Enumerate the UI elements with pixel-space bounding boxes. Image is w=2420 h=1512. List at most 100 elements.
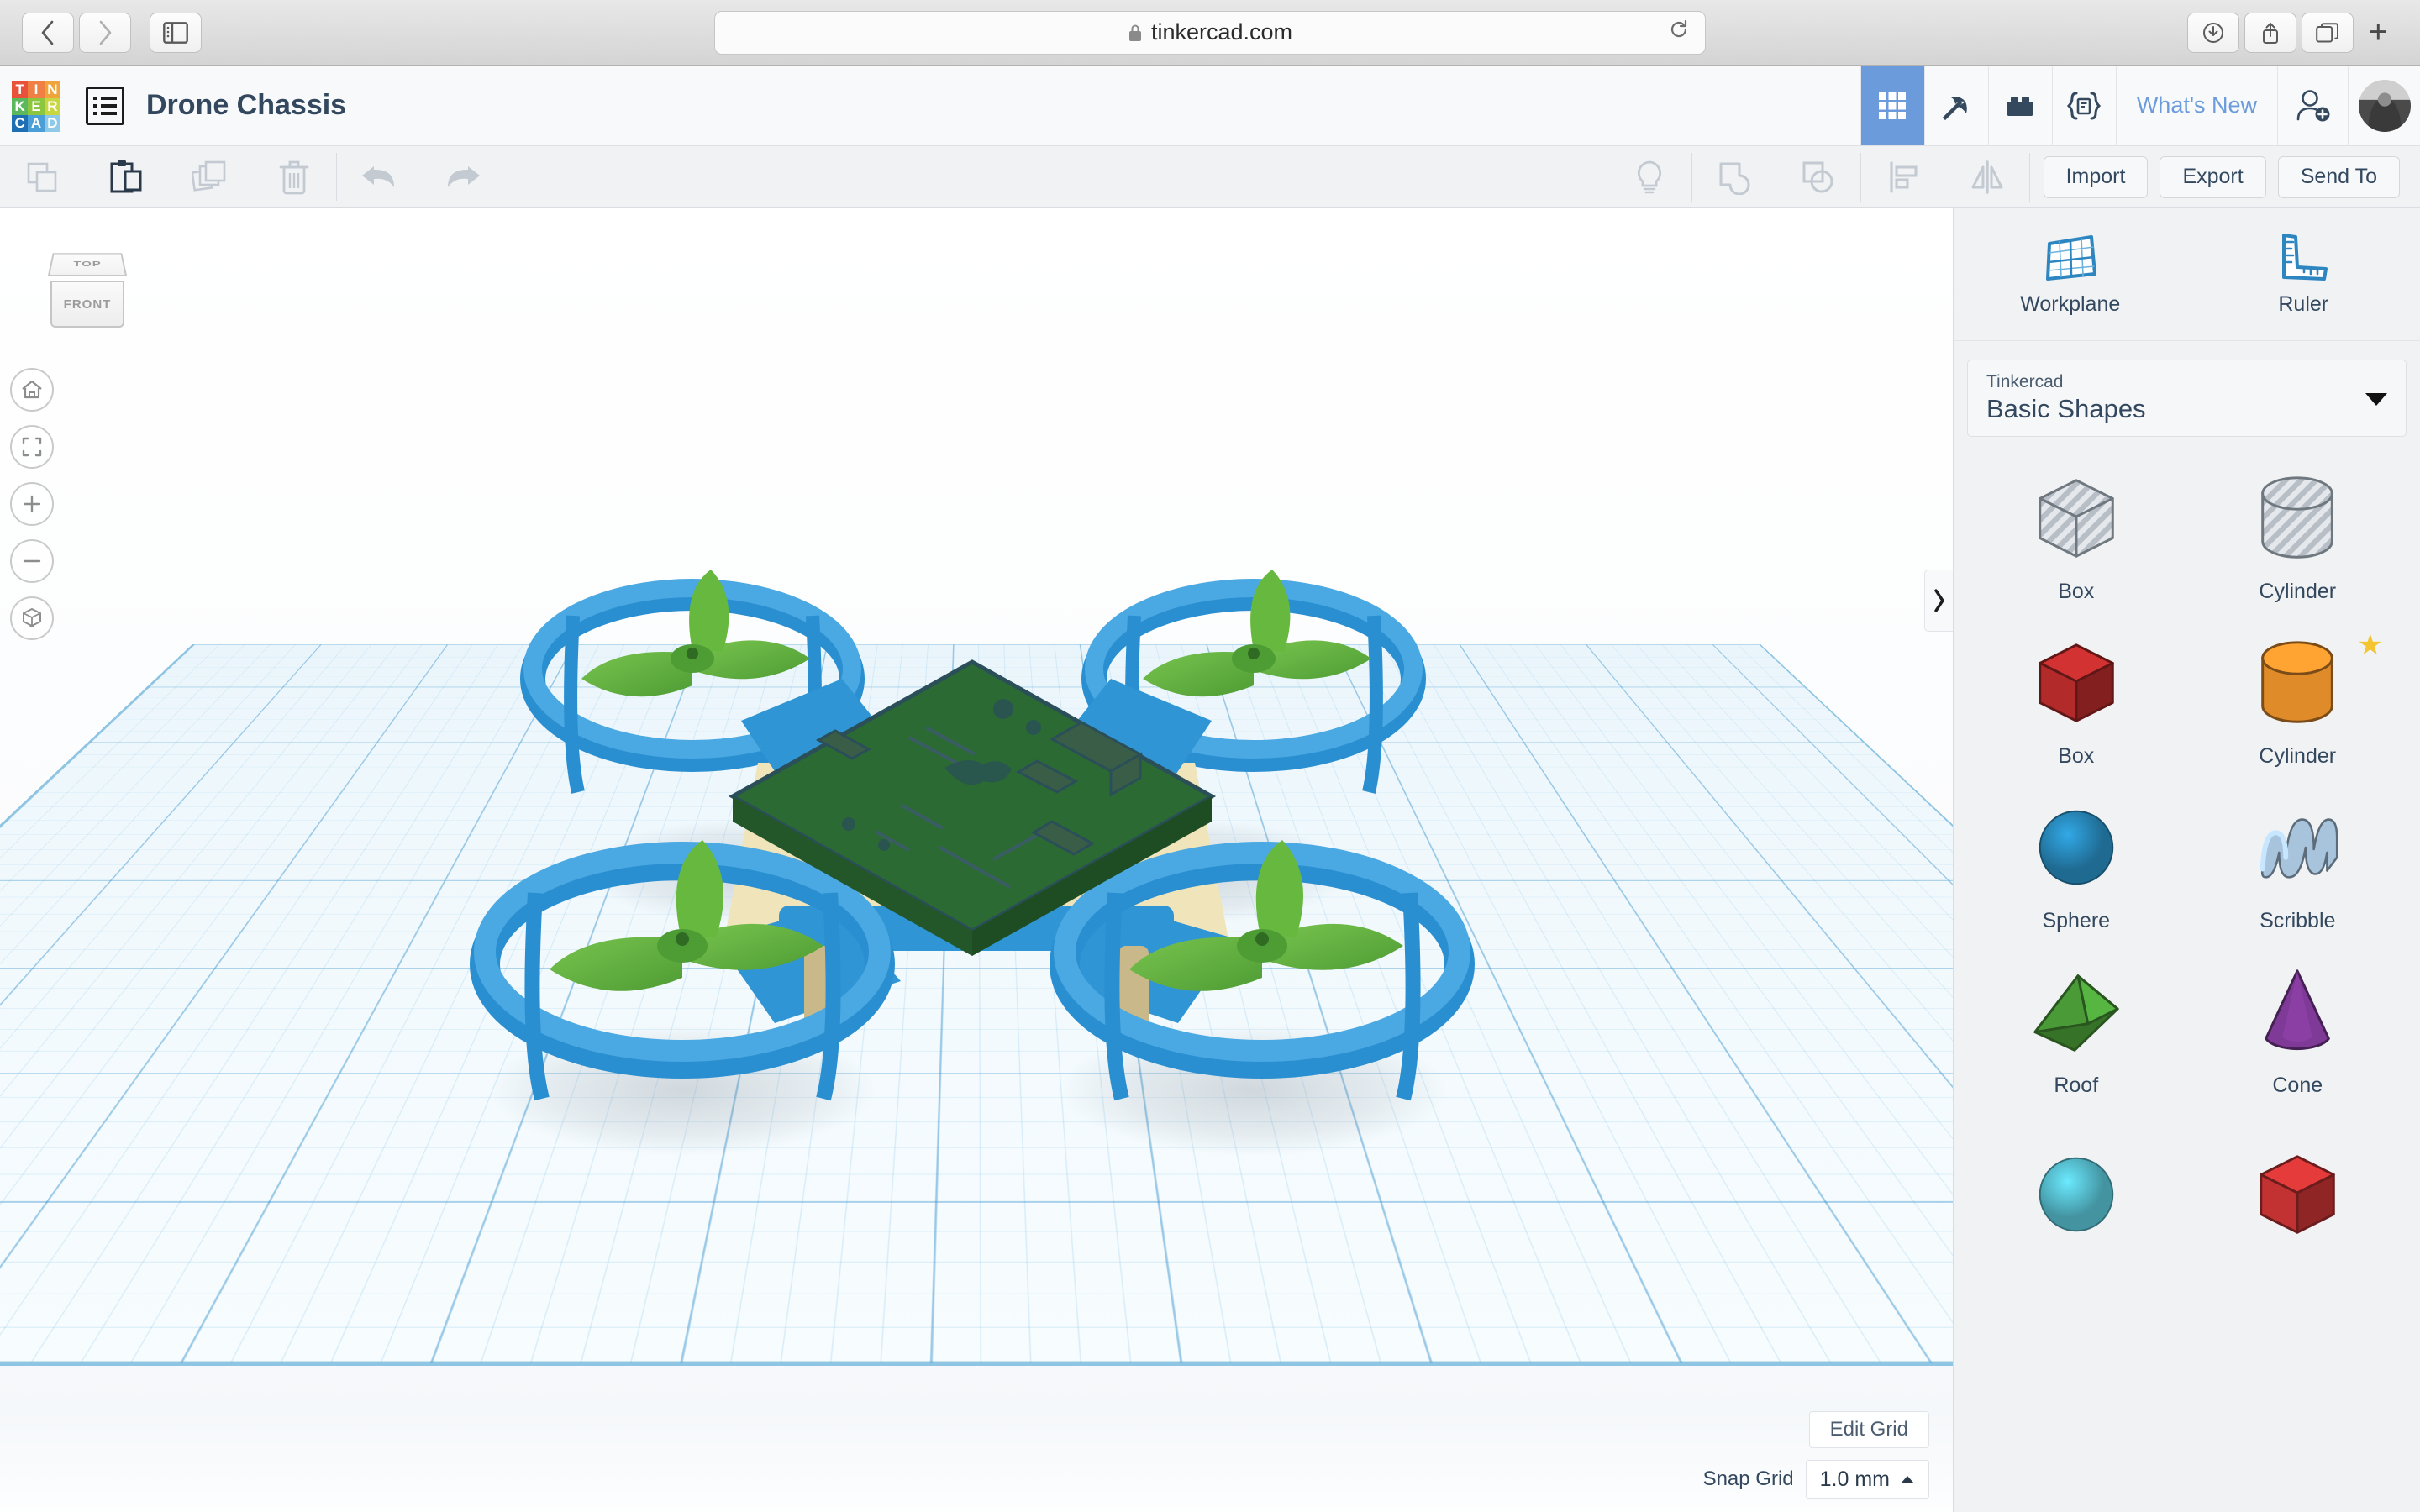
design-canvas[interactable]: TOP FRONT Edit Grid Snap Grid 1.0 mm (0, 208, 1953, 1512)
lightbulb-icon (1637, 160, 1661, 193)
delete-button[interactable] (252, 146, 336, 207)
library-vendor: Tinkercad (1986, 372, 2064, 391)
shape-label: Cylinder (2259, 743, 2337, 768)
sphere-art (2027, 798, 2126, 897)
drone-chassis-model[interactable] (321, 402, 1632, 1284)
share-button[interactable] (2244, 12, 2296, 53)
shape-cylinder-solid[interactable]: ★ Cylinder (2191, 622, 2406, 780)
history-tools (337, 146, 505, 207)
shape-partial-right[interactable] (2191, 1116, 2406, 1273)
mode-blocks[interactable] (1987, 66, 2052, 145)
scribble-art (2248, 798, 2347, 897)
whats-new-link[interactable]: What's New (2115, 66, 2277, 145)
user-avatar-button[interactable] (2348, 66, 2420, 145)
sidebar-toggle-button[interactable] (150, 12, 202, 53)
canvas-fade (0, 1411, 1953, 1512)
workplane-grid-icon (2045, 235, 2096, 281)
snap-grid-select[interactable]: 1.0 mm (1805, 1460, 1929, 1499)
grid-3x3-icon (1879, 92, 1907, 119)
library-value: Basic Shapes (1986, 394, 2146, 423)
new-tab-button[interactable]: + (2359, 13, 2398, 51)
send-to-button[interactable]: Send To (2277, 155, 2400, 198)
align-button[interactable] (1861, 160, 1945, 195)
redo-arrow-icon (448, 165, 480, 187)
panel-tools: Workplane Ruler (1954, 208, 2420, 341)
view-cube-front-face[interactable]: FRONT (50, 281, 124, 328)
shape-sphere[interactable]: Sphere (1969, 786, 2184, 944)
tab-overview-button[interactable] (2301, 12, 2354, 53)
shape-scribble[interactable]: Scribble (2191, 786, 2406, 944)
undo-arrow-icon (362, 165, 394, 187)
undo-button[interactable] (337, 146, 421, 207)
project-menu-button[interactable] (86, 86, 124, 125)
cube-art (2027, 633, 2126, 732)
import-button[interactable]: Import (2043, 155, 2149, 198)
paste-button[interactable] (84, 146, 168, 207)
lock-icon (1128, 24, 1141, 41)
shape-box-solid[interactable]: Box (1969, 622, 2184, 780)
view-cube-top-face[interactable]: TOP (47, 253, 128, 276)
chevron-down-icon (2365, 393, 2387, 406)
workplane-tool[interactable]: Workplane (1954, 208, 2187, 340)
shape-cylinder-hole[interactable]: Cylinder (2191, 457, 2406, 615)
shape-label: Cylinder (2259, 579, 2337, 603)
pickaxe-icon (1943, 96, 1968, 120)
mode-codeblocks[interactable] (2051, 66, 2116, 145)
invite-button[interactable] (2277, 66, 2348, 145)
chevron-right-icon (1933, 589, 1944, 612)
shape-cone[interactable]: Cone (2191, 951, 2406, 1109)
address-bar[interactable]: tinkercad.com (714, 10, 1706, 55)
mode-minecraft[interactable] (1923, 66, 1988, 145)
favorite-star-icon[interactable]: ★ (2358, 628, 2383, 662)
redo-button[interactable] (421, 146, 505, 207)
zoom-out-button[interactable] (10, 539, 54, 583)
app-header: TINKERCAD Drone Chassis What's New (0, 66, 2420, 146)
logo-tile-c: C (12, 114, 29, 132)
fit-view-button[interactable] (10, 425, 54, 469)
cube-art (2248, 1145, 2347, 1244)
shape-roof[interactable]: Roof (1969, 951, 2184, 1109)
url-text: tinkercad.com (1150, 19, 1293, 45)
plus-icon (23, 495, 41, 513)
export-button[interactable]: Export (2160, 155, 2266, 198)
group-button[interactable] (1692, 160, 1776, 195)
sphere-shape-icon (2039, 1157, 2113, 1232)
view-cube[interactable]: TOP FRONT (40, 245, 134, 333)
shape-partial-left[interactable] (1969, 1116, 2184, 1273)
snap-grid-label: Snap Grid (1702, 1467, 1794, 1490)
shape-box-hole[interactable]: Box (1969, 457, 2184, 615)
collapse-panel-button[interactable] (1924, 570, 1953, 632)
sphere-shape-icon (2039, 810, 2113, 885)
ruler-tool[interactable]: Ruler (2187, 208, 2420, 340)
edit-grid-button[interactable]: Edit Grid (1808, 1411, 1929, 1448)
shape-label: Scribble (2260, 908, 2336, 932)
home-view-button[interactable] (10, 368, 54, 412)
mirror-button[interactable] (1945, 160, 2029, 195)
logo-tile-d: D (44, 114, 60, 132)
scribble-shape-icon (2260, 817, 2338, 879)
zoom-in-button[interactable] (10, 482, 54, 526)
snap-grid-value: 1.0 mm (1819, 1467, 1890, 1491)
logo-tile-t: T (12, 81, 29, 98)
duplicate-button[interactable] (168, 146, 252, 207)
avatar (2358, 79, 2411, 132)
reload-button[interactable] (1668, 18, 1690, 46)
page-title[interactable]: Drone Chassis (146, 89, 346, 122)
shape-gallery: Box Cylinder Box ★ Cylinder Sphere Scribble Roo… (1954, 437, 2420, 1512)
cube-perspective-icon (23, 608, 41, 627)
mode-3d-design[interactable] (1860, 66, 1924, 145)
back-button[interactable] (22, 12, 74, 53)
grid-controls: Edit Grid Snap Grid 1.0 mm (1703, 1411, 1929, 1499)
hints-button[interactable] (1607, 159, 1691, 196)
shape-library-select[interactable]: Tinkercad Basic Shapes (1967, 360, 2407, 437)
cone-shape-icon (2265, 969, 2331, 1050)
ruler-icon (2282, 234, 2328, 281)
tinkercad-logo[interactable]: TINKERCAD (12, 81, 60, 132)
forward-button[interactable] (79, 12, 131, 53)
ungroup-button[interactable] (1776, 160, 1860, 195)
view-controls (10, 368, 54, 640)
cube-shape-icon (2260, 1155, 2335, 1234)
copy-button[interactable] (0, 146, 84, 207)
downloads-button[interactable] (2186, 12, 2239, 53)
projection-toggle-button[interactable] (10, 596, 54, 640)
